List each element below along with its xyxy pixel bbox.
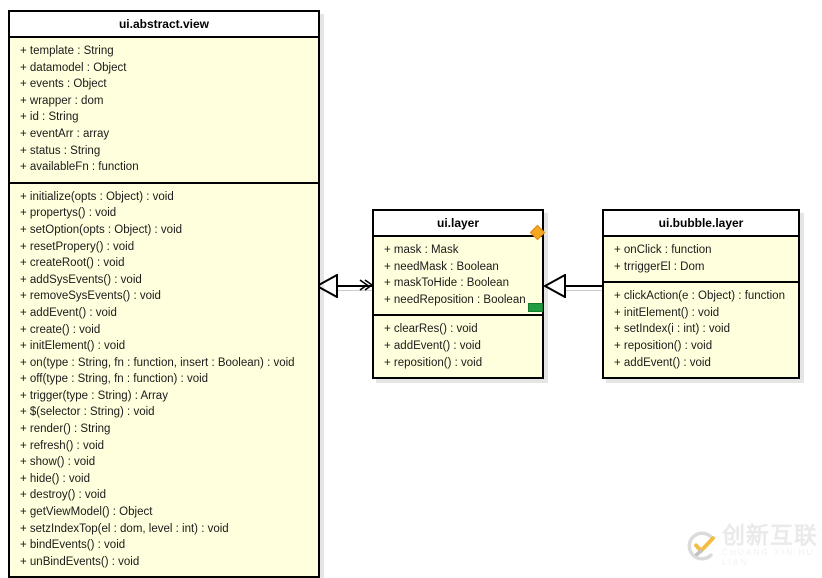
- method-row: + on(type : String, fn : function, inser…: [20, 356, 295, 369]
- attribute-row: + wrapper : dom: [20, 94, 104, 107]
- attribute-row: + id : String: [20, 111, 79, 124]
- chuangxin-logo-icon: [687, 531, 715, 561]
- uml-class-ui-abstract-view[interactable]: ui.abstract.view + template : String + d…: [8, 10, 320, 578]
- class-title-ui-layer: ui.layer: [374, 211, 542, 237]
- method-row: + createRoot() : void: [20, 257, 125, 270]
- method-row: + $(selector : String) : void: [20, 406, 155, 419]
- method-row: + trigger(type : String) : Array: [20, 389, 168, 402]
- method-row: + unBindEvents() : void: [20, 555, 140, 568]
- method-row: + resetPropery() : void: [20, 240, 135, 253]
- method-row: + clearRes() : void: [384, 323, 478, 336]
- attribute-row: + trriggerEl : Dom: [614, 260, 705, 273]
- attribute-row: + status : String: [20, 144, 101, 157]
- attributes-compartment-ui-abstract-view: + template : String + datamodel : Object…: [10, 38, 318, 182]
- method-row: + addEvent() : void: [384, 339, 481, 352]
- method-row: + refresh() : void: [20, 439, 105, 452]
- method-row: + addSysEvents() : void: [20, 273, 142, 286]
- method-row: + destroy() : void: [20, 489, 106, 502]
- method-row: + reposition() : void: [614, 339, 713, 352]
- method-row: + show() : void: [20, 456, 96, 469]
- attribute-row: + eventArr : array: [20, 127, 110, 140]
- attribute-row: + needMask : Boolean: [384, 260, 499, 273]
- method-row: + setOption(opts : Object) : void: [20, 223, 183, 236]
- connector-line-bubble-layer: [562, 285, 604, 287]
- class-title-ui-bubble-layer: ui.bubble.layer: [604, 211, 798, 237]
- attributes-compartment-ui-layer: + mask : Mask + needMask : Boolean + mas…: [374, 237, 542, 315]
- method-row: + bindEvents() : void: [20, 539, 126, 552]
- class-title-ui-abstract-view: ui.abstract.view: [10, 12, 318, 38]
- method-row: + removeSysEvents() : void: [20, 290, 161, 303]
- attribute-row: + mask : Mask: [384, 244, 459, 256]
- attribute-row: + datamodel : Object: [20, 61, 127, 74]
- method-row: + clickAction(e : Object) : function: [614, 290, 785, 303]
- method-row: + setzIndexTop(el : dom, level : int) : …: [20, 522, 229, 535]
- attributes-compartment-ui-bubble-layer: + onClick : function + trriggerEl : Dom: [604, 237, 798, 282]
- method-row: + setIndex(i : int) : void: [614, 323, 731, 336]
- methods-compartment-ui-layer: + clearRes() : void + addEvent() : void …: [374, 314, 542, 378]
- method-row: + reposition() : void: [384, 356, 483, 369]
- generalization-triangle-layer: [544, 274, 566, 298]
- attribute-row: + template : String: [20, 45, 114, 57]
- method-row: + off(type : String, fn : function) : vo…: [20, 373, 209, 386]
- attribute-row: + availableFn : function: [20, 161, 139, 174]
- method-row: + render() : String: [20, 423, 111, 436]
- watermark: 创新互联 CHUANG XIN HU LIAN: [684, 524, 822, 568]
- watermark-text: 创新互联 CHUANG XIN HU LIAN: [722, 524, 822, 568]
- provided-interface-square-icon[interactable]: [528, 303, 543, 312]
- attribute-row: + maskToHide : Boolean: [384, 277, 509, 290]
- method-row: + getViewModel() : Object: [20, 506, 153, 519]
- method-row: + initElement() : void: [20, 340, 126, 353]
- method-row: + create() : void: [20, 323, 101, 336]
- attribute-row: + onClick : function: [614, 244, 712, 256]
- methods-compartment-ui-bubble-layer: + clickAction(e : Object) : function + i…: [604, 281, 798, 378]
- watermark-pinyin: CHUANG XIN HU LIAN: [721, 548, 815, 567]
- method-row: + addEvent() : void: [20, 306, 117, 319]
- diagram-canvas: ui.abstract.view + template : String + d…: [0, 0, 822, 578]
- uml-class-ui-layer[interactable]: ui.layer + mask : Mask + needMask : Bool…: [372, 209, 544, 380]
- method-row: + hide() : void: [20, 472, 90, 485]
- methods-compartment-ui-abstract-view: + initialize(opts : Object) : void + pro…: [10, 181, 318, 577]
- uml-class-ui-bubble-layer[interactable]: ui.bubble.layer + onClick : function + t…: [602, 209, 800, 380]
- attribute-row: + events : Object: [20, 78, 107, 91]
- method-row: + propertys() : void: [20, 207, 117, 220]
- watermark-chinese: 创新互联: [721, 523, 818, 549]
- method-row: + addEvent() : void: [614, 356, 711, 369]
- attribute-row: + needReposition : Boolean: [384, 293, 526, 306]
- method-row: + initialize(opts : Object) : void: [20, 190, 174, 203]
- method-row: + initElement() : void: [614, 306, 720, 319]
